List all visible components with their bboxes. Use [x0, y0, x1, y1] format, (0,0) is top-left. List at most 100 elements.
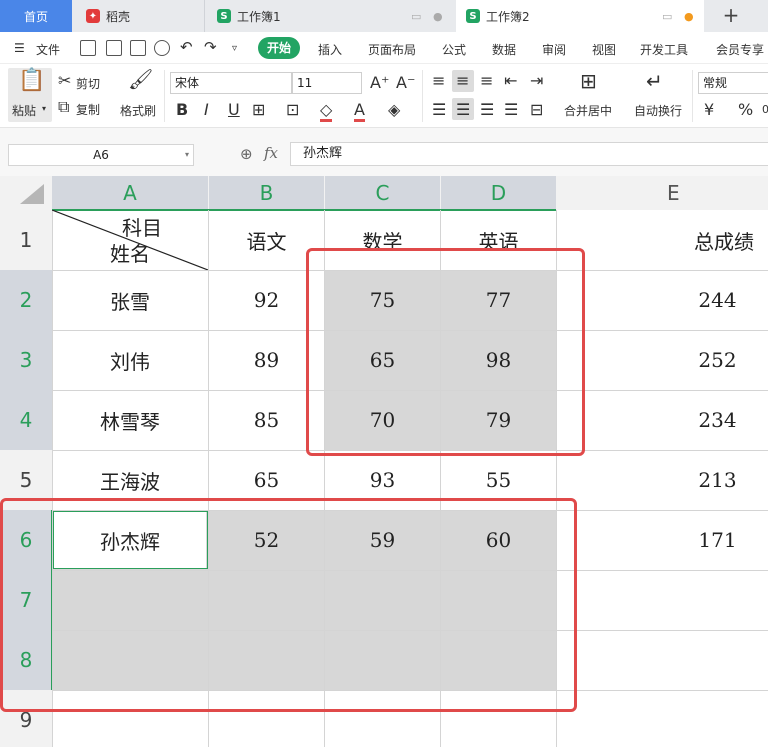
divider	[164, 70, 165, 122]
restore-icon[interactable]: ▭	[411, 10, 421, 23]
column-header-e[interactable]: E	[557, 176, 768, 210]
select-all-triangle-icon[interactable]	[20, 184, 44, 204]
number-format-select[interactable]: 常规	[698, 72, 768, 94]
spreadsheet-icon: S	[217, 9, 231, 23]
formula-bar: A6 ▾ ⊕ fx 孙杰辉	[0, 128, 768, 176]
wrap-icon: ↵	[646, 69, 663, 93]
header-total[interactable]: 总成绩	[557, 210, 768, 270]
bold-button[interactable]: B	[176, 101, 188, 119]
row-header-2[interactable]: 2	[0, 270, 52, 330]
spreadsheet-grid: A B C D E 1 2 3 4 5 6 7 8 9 科目 姓名 语文 数学 …	[0, 176, 768, 747]
formula-input[interactable]: 孙杰辉	[290, 142, 768, 166]
thousands-button[interactable]: 000	[762, 101, 768, 119]
cell-total[interactable]: 244	[660, 270, 768, 330]
align-left-icon[interactable]: ☰	[432, 101, 446, 119]
name-box[interactable]: A6 ▾	[8, 144, 194, 166]
redo-icon[interactable]: ↷	[204, 38, 217, 56]
menu-home-tab[interactable]: 开始	[258, 37, 300, 59]
column-header-c[interactable]: C	[325, 176, 440, 210]
divider	[422, 70, 423, 122]
wrap-text-button[interactable]: 自动换行	[634, 102, 682, 119]
column-header-b[interactable]: B	[209, 176, 324, 210]
fill-color-icon[interactable]: ◇	[320, 101, 333, 122]
tab-home-label: 首页	[23, 9, 48, 24]
tab-workbook-2[interactable]: S 工作簿2 ▭ ●	[456, 0, 704, 32]
menu-insert[interactable]: 插入	[318, 41, 342, 58]
chevron-down-icon[interactable]: ▾	[185, 145, 189, 165]
font-color-icon[interactable]: A	[354, 101, 365, 122]
cell-total[interactable]: 252	[660, 330, 768, 390]
menu-member[interactable]: 会员专享	[716, 41, 764, 58]
menu-data[interactable]: 数据	[492, 41, 516, 58]
align-center-icon[interactable]: ☰	[456, 101, 470, 119]
menu-review[interactable]: 审阅	[542, 41, 566, 58]
spreadsheet-icon: S	[466, 9, 480, 23]
copy-button[interactable]: 复制	[76, 101, 100, 118]
cell-total[interactable]: 213	[660, 450, 768, 510]
font-name-select[interactable]: 宋体	[170, 72, 292, 94]
clipboard-icon: 📋	[18, 68, 46, 93]
align-right-icon[interactable]: ☰	[480, 101, 494, 119]
tab-docer[interactable]: ✦ 稻壳	[74, 0, 202, 32]
increase-font-icon[interactable]: A⁺	[370, 74, 389, 92]
percent-button[interactable]: %	[738, 101, 753, 119]
menu-formulas[interactable]: 公式	[442, 41, 466, 58]
docer-icon: ✦	[86, 9, 100, 23]
header-subject-label: 科目	[122, 215, 162, 240]
save-icon[interactable]	[80, 40, 96, 56]
column-header-d[interactable]: D	[441, 176, 556, 210]
menu-view[interactable]: 视图	[592, 41, 616, 58]
print-icon[interactable]	[130, 40, 146, 56]
row-header-1[interactable]: 1	[0, 210, 52, 270]
restore-icon[interactable]: ▭	[662, 10, 672, 23]
paste-dropdown-icon[interactable]: ▾	[42, 104, 46, 113]
column-header-a[interactable]: A	[52, 176, 208, 210]
indent-decrease-icon[interactable]: ⇤	[504, 72, 517, 90]
menu-developer[interactable]: 开发工具	[640, 41, 688, 58]
underline-button[interactable]: U	[228, 101, 240, 119]
tab-dot-icon: ●	[433, 10, 443, 23]
align-middle-icon[interactable]: ≡	[456, 72, 469, 90]
cell-total[interactable]: 171	[660, 510, 768, 570]
new-tab-button[interactable]: +	[718, 4, 744, 28]
customize-arrow-icon[interactable]: ▿	[232, 43, 237, 54]
font-size-select[interactable]: 11	[292, 72, 362, 94]
tab-workbook-1[interactable]: S 工作簿1 ▭ ●	[204, 0, 454, 32]
tab-home[interactable]: 首页	[0, 0, 72, 32]
distribute-icon[interactable]: ⊟	[530, 101, 543, 119]
tab-workbook-1-label: 工作簿1	[237, 9, 281, 24]
preview-icon[interactable]	[154, 40, 170, 56]
cell-name[interactable]: 林雪琴	[52, 390, 208, 450]
eraser-icon[interactable]: ◈	[388, 101, 400, 119]
divider	[692, 70, 693, 122]
justify-icon[interactable]: ☰	[504, 101, 518, 119]
cell-name[interactable]: 张雪	[52, 270, 208, 330]
menu-file[interactable]: 文件	[36, 41, 60, 58]
zoom-icon[interactable]: ⊕	[240, 145, 253, 163]
currency-button[interactable]: ¥	[704, 101, 714, 119]
fill-pattern-icon[interactable]: ⊡	[286, 101, 299, 119]
ribbon: 📋 粘贴 ▾ ✂ 剪切 ⧉ 复制 🖌 格式刷 宋体 11 A⁺ A⁻ B I U…	[0, 64, 768, 128]
row-header-3[interactable]: 3	[0, 330, 52, 390]
align-bottom-icon[interactable]: ≡	[480, 72, 493, 90]
cell-total[interactable]: 234	[660, 390, 768, 450]
undo-icon[interactable]: ↶	[180, 38, 193, 56]
border-icon[interactable]: ⊞	[252, 101, 265, 119]
row-header-4[interactable]: 4	[0, 390, 52, 450]
decrease-font-icon[interactable]: A⁻	[396, 74, 415, 92]
paste-label: 粘贴	[12, 104, 37, 118]
merge-center-button[interactable]: 合并居中	[564, 102, 612, 119]
menu-page-layout[interactable]: 页面布局	[368, 41, 416, 58]
tab-workbook-2-label: 工作簿2	[486, 9, 530, 24]
italic-button[interactable]: I	[204, 101, 209, 119]
red-highlight-box	[0, 498, 577, 712]
align-top-icon[interactable]: ≡	[432, 72, 445, 90]
hamburger-icon[interactable]: ☰	[14, 41, 25, 55]
cut-button[interactable]: 剪切	[76, 75, 100, 92]
export-icon[interactable]	[106, 40, 122, 56]
format-painter-button[interactable]: 格式刷	[120, 102, 156, 119]
indent-increase-icon[interactable]: ⇥	[530, 72, 543, 90]
fx-icon[interactable]: fx	[264, 144, 278, 162]
tab-bar: 首页 ✦ 稻壳 S 工作簿1 ▭ ● S 工作簿2 ▭ ● +	[0, 0, 768, 32]
cell-name[interactable]: 刘伟	[52, 330, 208, 390]
